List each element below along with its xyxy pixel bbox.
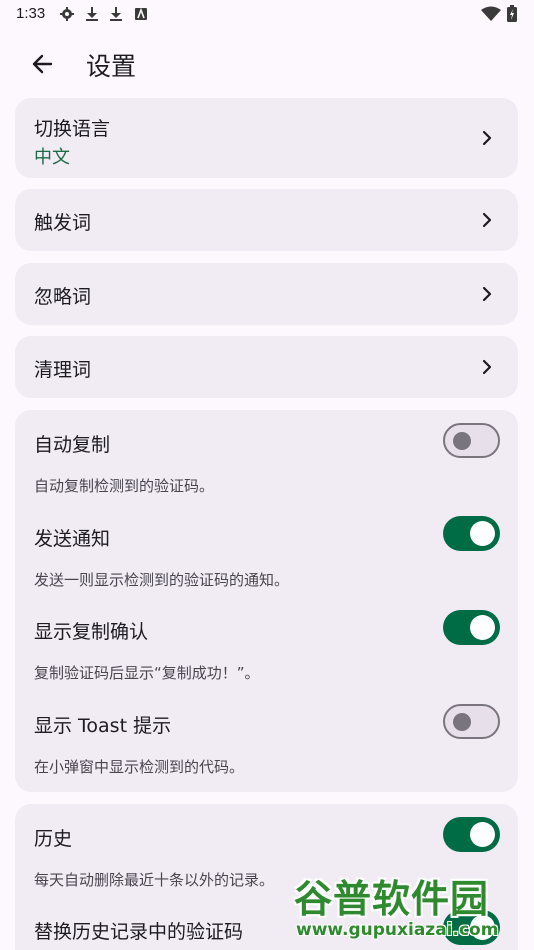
replace-history-label: 替换历史记录中的验证码 bbox=[34, 921, 244, 943]
send-notification-switch[interactable] bbox=[443, 516, 500, 551]
copy-confirm-description: 复制验证码后显示“复制成功！”。 bbox=[34, 664, 260, 682]
switch-knob bbox=[470, 521, 495, 546]
back-button[interactable] bbox=[22, 44, 62, 84]
copy-settings-group: 自动复制 自动复制检测到的验证码。 发送通知 发送一则显示检测到的验证码的通知。… bbox=[15, 410, 518, 792]
arrow-back-icon bbox=[32, 54, 53, 74]
battery-icon bbox=[507, 5, 517, 22]
download-icon bbox=[110, 7, 122, 21]
clean-words-setting[interactable]: 清理词 bbox=[15, 336, 518, 398]
toast-switch[interactable] bbox=[443, 704, 500, 739]
send-notification-label: 发送通知 bbox=[34, 528, 111, 550]
copy-confirm-label: 显示复制确认 bbox=[34, 621, 149, 643]
page-title: 设置 bbox=[86, 52, 137, 81]
clean-words-label: 清理词 bbox=[34, 359, 92, 381]
copy-confirm-switch[interactable] bbox=[443, 610, 500, 645]
ignore-words-setting[interactable]: 忽略词 bbox=[15, 263, 518, 325]
history-label: 历史 bbox=[34, 828, 73, 850]
language-value: 中文 bbox=[34, 147, 70, 168]
watermark-url: www.gupuxiazai.com bbox=[296, 920, 499, 940]
app-icon bbox=[135, 7, 147, 20]
history-switch[interactable] bbox=[443, 817, 500, 852]
gear-icon bbox=[60, 7, 74, 21]
chevron-right-icon bbox=[482, 286, 492, 302]
status-time: 1:33 bbox=[16, 5, 46, 22]
trigger-words-label: 触发词 bbox=[34, 212, 92, 234]
toast-description: 在小弹窗中显示检测到的代码。 bbox=[34, 758, 245, 776]
switch-knob bbox=[453, 432, 471, 450]
language-label: 切换语言 bbox=[34, 118, 111, 140]
ignore-words-label: 忽略词 bbox=[34, 286, 92, 308]
history-description: 每天自动删除最近十条以外的记录。 bbox=[34, 871, 275, 889]
watermark: 谷普软件园 www.gupuxiazai.com bbox=[290, 862, 534, 950]
app-bar: 设置 bbox=[0, 28, 534, 98]
toast-label: 显示 Toast 提示 bbox=[34, 715, 172, 737]
switch-knob bbox=[470, 615, 495, 640]
chevron-right-icon bbox=[482, 359, 492, 375]
switch-knob bbox=[470, 822, 495, 847]
chevron-right-icon bbox=[482, 130, 492, 146]
chevron-right-icon bbox=[482, 212, 492, 228]
switch-knob bbox=[453, 713, 471, 731]
download-icon bbox=[86, 7, 98, 21]
status-bar: 1:33 bbox=[0, 0, 534, 28]
auto-copy-label: 自动复制 bbox=[34, 434, 111, 456]
trigger-words-setting[interactable]: 触发词 bbox=[15, 189, 518, 251]
wifi-icon bbox=[481, 6, 501, 21]
auto-copy-switch[interactable] bbox=[443, 423, 500, 458]
auto-copy-description: 自动复制检测到的验证码。 bbox=[34, 477, 215, 495]
send-notification-description: 发送一则显示检测到的验证码的通知。 bbox=[34, 571, 290, 589]
language-setting[interactable]: 切换语言 中文 bbox=[15, 98, 518, 178]
watermark-title: 谷普软件园 bbox=[294, 877, 490, 921]
